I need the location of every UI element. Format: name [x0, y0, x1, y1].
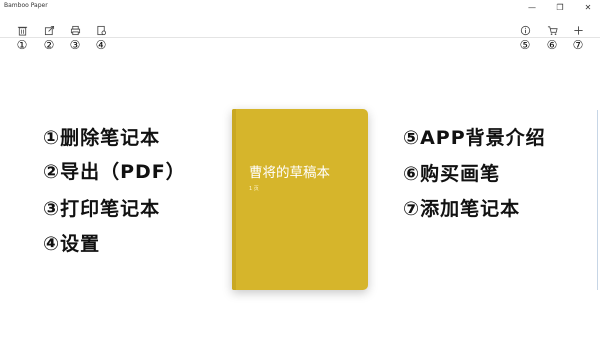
notebook-title: 曹将的草稿本 — [249, 165, 330, 181]
annotation-export-pdf: ②导出（PDF） — [43, 161, 186, 183]
notebook-cover[interactable]: 曹将的草稿本 1 页 — [232, 109, 368, 290]
cart-icon — [547, 25, 558, 35]
info-icon — [520, 25, 530, 35]
buy-pens-button[interactable] — [544, 22, 560, 38]
toolbar-divider — [0, 37, 600, 38]
settings-button[interactable] — [93, 22, 109, 38]
annotation-add-notebook: ⑦添加笔记本 — [403, 198, 521, 220]
delete-notebook-button[interactable] — [14, 22, 30, 38]
title-bar: Bamboo Paper — ❐ ✕ — [0, 0, 600, 14]
add-icon — [573, 25, 583, 35]
scroll-edge — [597, 110, 598, 290]
marker-6: ⑥ — [546, 38, 558, 52]
maximize-button[interactable]: ❐ — [549, 0, 571, 14]
notebook-spine — [232, 109, 236, 290]
settings-icon — [96, 25, 106, 35]
marker-1: ① — [16, 38, 28, 52]
delete-icon — [17, 26, 27, 35]
marker-3: ③ — [69, 38, 81, 52]
annotation-buy-pens: ⑥购买画笔 — [403, 163, 501, 185]
marker-4: ④ — [95, 38, 107, 52]
annotation-app-background: ⑤APP背景介绍 — [403, 127, 546, 149]
add-notebook-button[interactable] — [570, 22, 586, 38]
print-icon — [70, 25, 80, 35]
marker-2: ② — [43, 38, 55, 52]
notebook-page-count: 1 页 — [249, 186, 259, 192]
app-title: Bamboo Paper — [4, 2, 48, 9]
minimize-button[interactable]: — — [521, 0, 543, 14]
annotation-print-notebook: ③打印笔记本 — [43, 198, 161, 220]
marker-7: ⑦ — [572, 38, 584, 52]
close-button[interactable]: ✕ — [577, 0, 599, 14]
annotation-settings: ④设置 — [43, 233, 101, 255]
print-notebook-button[interactable] — [67, 22, 83, 38]
annotation-delete-notebook: ①删除笔记本 — [43, 127, 161, 149]
export-pdf-button[interactable] — [41, 22, 57, 38]
export-icon — [44, 25, 54, 35]
marker-5: ⑤ — [519, 38, 531, 52]
app-background-info-button[interactable] — [517, 22, 533, 38]
